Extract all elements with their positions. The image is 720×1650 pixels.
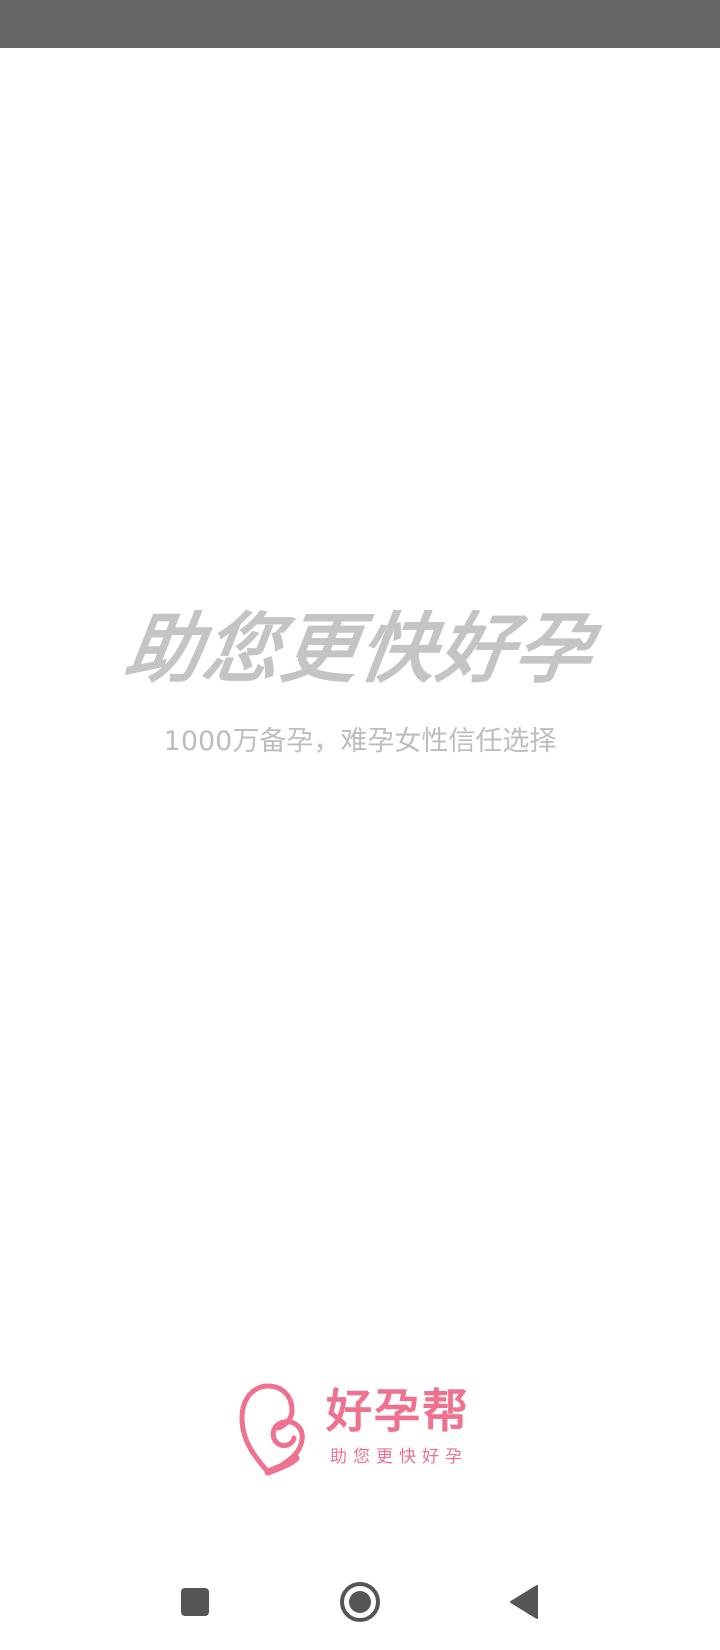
splash-screen: 助您更快好孕 1000万备孕，难孕女性信任选择 好孕帮 助您更快好孕 (0, 0, 720, 1650)
brand-tagline: 助您更快好孕 (330, 1447, 468, 1467)
home-button[interactable] (330, 1572, 390, 1632)
status-bar (0, 0, 720, 48)
system-nav-bar (0, 1560, 720, 1650)
brand-name: 好孕帮 (326, 1384, 470, 1438)
heart-baby-logo-icon (239, 1383, 305, 1476)
recent-apps-button[interactable] (165, 1572, 225, 1632)
back-button[interactable] (494, 1572, 554, 1632)
brand-block: 好孕帮 助您更快好孕 (238, 1380, 488, 1480)
splash-slogan: 助您更快好孕 (119, 604, 601, 693)
triangle-back-icon (510, 1585, 538, 1619)
square-recent-apps-icon (181, 1588, 209, 1616)
splash-subtitle: 1000万备孕，难孕女性信任选择 (163, 726, 557, 757)
circle-home-icon (340, 1582, 380, 1622)
